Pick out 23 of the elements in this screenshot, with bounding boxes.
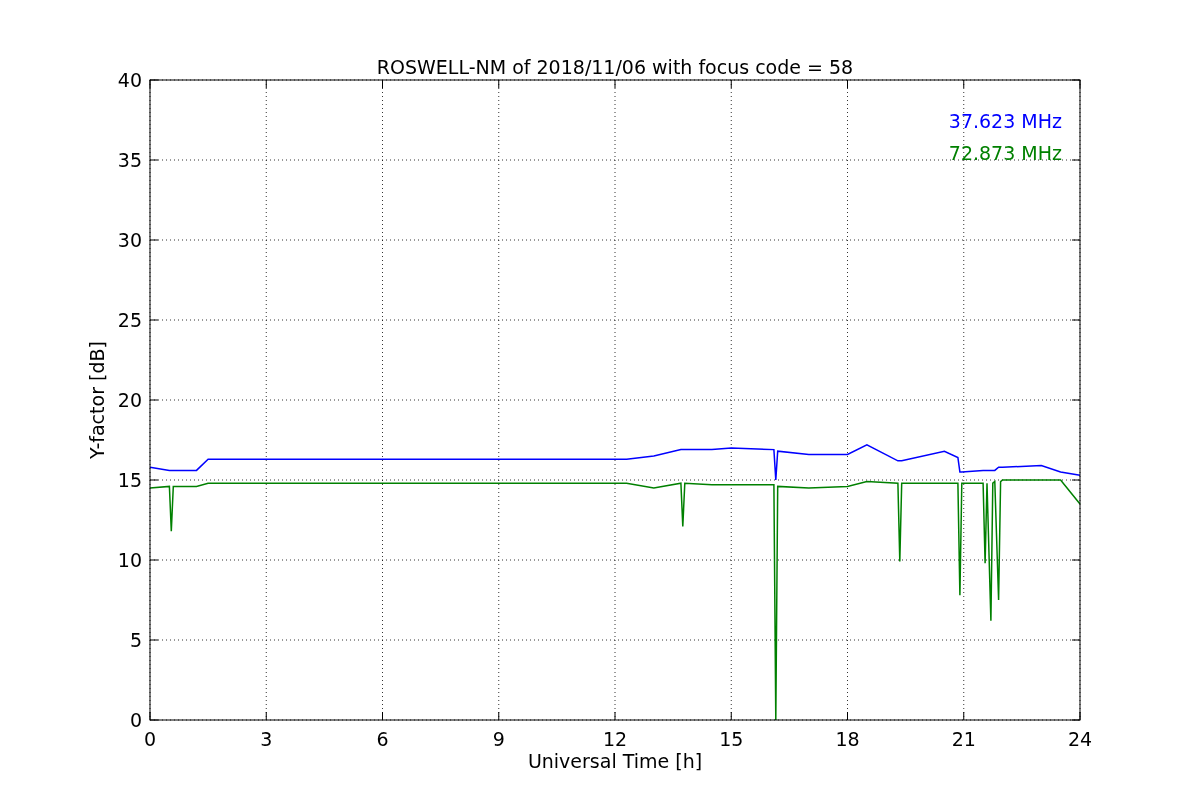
legend-label: 37.623 MHz	[948, 110, 1062, 132]
x-tick-label: 21	[951, 728, 976, 750]
y-tick-label: 5	[129, 629, 142, 651]
y-tick-label: 35	[117, 149, 142, 171]
x-tick-label: 0	[143, 728, 157, 750]
y-tick-label: 0	[129, 709, 142, 731]
y-tick-label: 25	[117, 309, 142, 331]
x-tick-label: 15	[719, 728, 744, 750]
x-tick-label: 18	[835, 728, 860, 750]
y-tick-label: 20	[117, 389, 142, 411]
x-tick-label: 12	[602, 728, 628, 750]
y-axis-label: Y-factor [dB]	[86, 341, 108, 459]
chart-title: ROSWELL-NM of 2018/11/06 with focus code = 58	[376, 56, 854, 78]
x-axis-label: Universal Time [h]	[527, 750, 703, 772]
y-tick-label: 10	[117, 549, 142, 571]
x-tick-label: 24	[1067, 728, 1093, 750]
x-tick-label: 9	[492, 728, 505, 750]
y-tick-label: 40	[117, 69, 142, 91]
x-tick-label: 3	[260, 728, 273, 750]
x-tick-label: 6	[376, 728, 389, 750]
y-tick-label: 15	[117, 469, 142, 491]
y-tick-label: 30	[117, 229, 142, 251]
legend-label: 72.873 MHz	[948, 142, 1062, 164]
